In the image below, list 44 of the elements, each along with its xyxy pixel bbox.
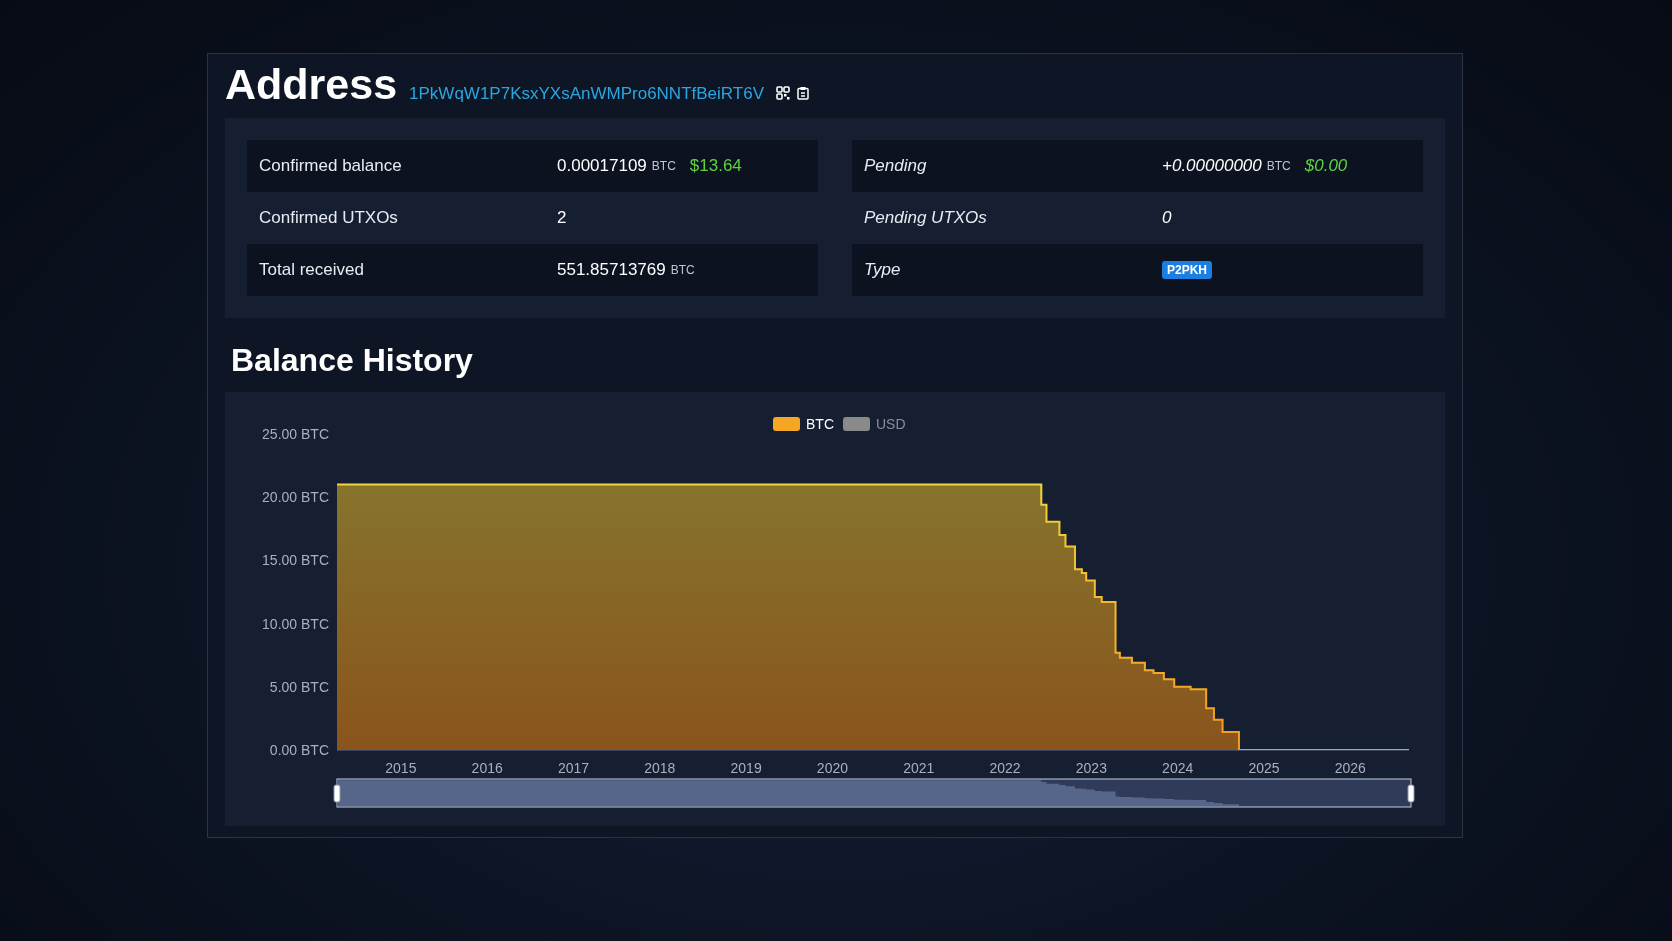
y-axis-label: 0.00 BTC — [269, 742, 329, 758]
x-axis-label: 2021 — [903, 760, 935, 776]
y-axis-label: 25.00 BTC — [262, 426, 329, 442]
x-axis-label: 2016 — [471, 760, 503, 776]
field-label: Type — [864, 260, 902, 280]
qr-code-icon[interactable] — [776, 86, 790, 100]
x-axis-label: 2017 — [557, 760, 590, 776]
x-axis-label: 2015 — [385, 760, 417, 776]
y-axis-label: 15.00 BTC — [262, 552, 329, 569]
x-axis-label: 2023 — [1075, 760, 1107, 776]
field-value: 551.85713769 — [557, 260, 666, 280]
field-label: Pending — [864, 156, 928, 176]
section-title: Balance History — [231, 342, 474, 380]
field-value: 2 — [557, 208, 567, 228]
unit-label: BTC — [651, 159, 676, 173]
y-axis-label: 20.00 BTC — [262, 489, 329, 506]
type-badge: P2PKH — [1162, 261, 1212, 279]
x-axis-label: 2018 — [644, 760, 676, 776]
unit-label: BTC — [670, 263, 695, 277]
field-value: 0.00017109 — [557, 156, 647, 176]
legend-label[interactable]: BTC — [806, 416, 834, 432]
x-axis-label: 2019 — [730, 760, 762, 776]
field-value: +0.00000000 — [1162, 156, 1262, 176]
fiat-value: $13.64 — [689, 156, 742, 176]
range-handle[interactable] — [1407, 784, 1415, 803]
x-axis-label: 2024 — [1162, 760, 1194, 776]
clipboard-icon[interactable] — [796, 86, 810, 100]
y-axis-label: 10.00 BTC — [262, 615, 329, 632]
field-value: 0 — [1162, 208, 1172, 228]
field-label: Pending UTXOs — [864, 208, 988, 228]
field-label: Total received — [259, 260, 365, 280]
page-title: Address — [225, 60, 398, 109]
y-axis-label: 5.00 BTC — [269, 678, 329, 695]
field-label: Confirmed balance — [259, 156, 403, 176]
x-axis-label: 2022 — [989, 760, 1021, 776]
unit-label: BTC — [1266, 159, 1291, 173]
legend-label[interactable]: USD — [876, 416, 906, 432]
x-axis-label: 2026 — [1334, 760, 1366, 776]
x-axis-label: 2025 — [1248, 760, 1280, 776]
address-link[interactable]: 1PkWqW1P7KsxYXsAnWMPro6NNTfBeiRT6V — [409, 84, 764, 104]
range-handle[interactable] — [333, 784, 341, 803]
x-axis-label: 2020 — [816, 760, 848, 776]
field-label: Confirmed UTXOs — [259, 208, 399, 228]
fiat-value: $0.00 — [1304, 156, 1348, 176]
